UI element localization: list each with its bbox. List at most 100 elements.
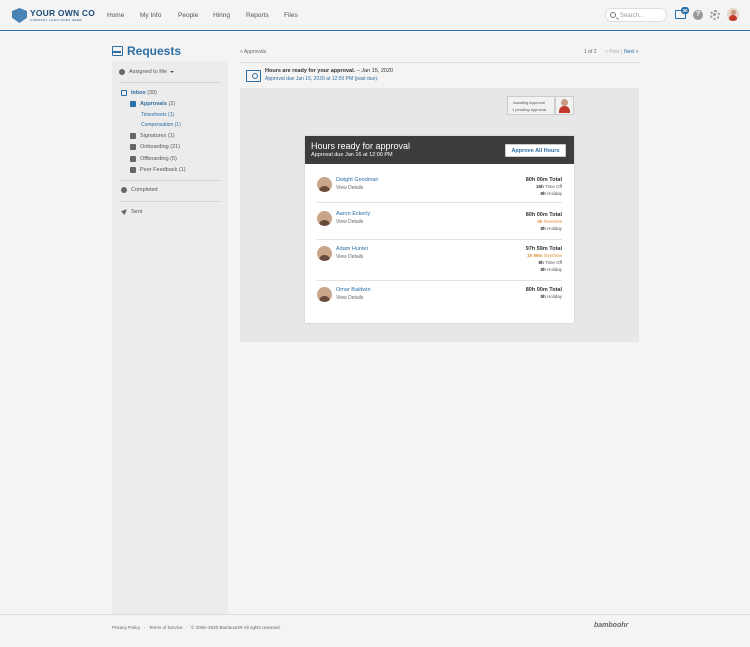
hours-value: 8h xyxy=(540,226,546,231)
sidebar-divider xyxy=(119,201,221,202)
sidebar-item-offboarding[interactable]: Offboarding (5) xyxy=(130,156,177,162)
view-details-link[interactable]: View Details xyxy=(336,219,363,225)
logo-shield-icon xyxy=(12,8,27,23)
pager-prev-link[interactable]: « Prev xyxy=(605,49,619,55)
awaiting-approval-box: Awaiting Approval 1 pending approval xyxy=(507,96,555,115)
sidebar-item-approvals[interactable]: Approvals (2) xyxy=(130,101,175,107)
hours-line: 8h Holiday xyxy=(540,191,562,196)
view-details-link[interactable]: View Details xyxy=(336,185,363,191)
offboarding-label: Offboarding (5) xyxy=(140,156,177,162)
assigned-label: Assigned to Me xyxy=(129,69,167,75)
assigned-to-me-dropdown[interactable]: Assigned to Me xyxy=(119,69,174,75)
sidebar-item-onboarding[interactable]: Onboarding (21) xyxy=(130,144,180,150)
pager-next-link[interactable]: Next » xyxy=(624,49,638,55)
search-icon xyxy=(610,12,616,18)
paper-plane-icon xyxy=(121,209,127,215)
search-input[interactable]: Search... xyxy=(605,8,667,22)
privacy-policy-link[interactable]: Privacy Policy xyxy=(112,625,140,630)
approver-avatar xyxy=(555,96,574,115)
awaiting-count: 1 pending approval xyxy=(512,107,547,112)
employee-name[interactable]: Omar Baldwin xyxy=(336,287,371,293)
people-icon xyxy=(130,167,136,173)
hours-line: 0h Overtime xyxy=(537,219,562,224)
hours-value: 8h xyxy=(540,267,546,272)
company-logo[interactable]: YOUR OWN CO COMPANY LOGO GOES HERE xyxy=(12,8,95,23)
bamboohr-logo: bamboohr xyxy=(594,622,629,629)
check-circle-icon xyxy=(121,187,127,193)
footer-divider xyxy=(0,614,750,615)
nav-my-info[interactable]: My Info xyxy=(140,12,161,19)
awaiting-title: Awaiting Approval xyxy=(513,100,545,105)
inbox-label: Inbox xyxy=(131,90,146,96)
row-divider xyxy=(317,280,562,281)
employee-total: 97h 59m Total xyxy=(525,246,562,252)
page-title: Requests xyxy=(127,44,182,58)
user-circle-icon xyxy=(119,69,125,75)
sidebar-item-compensation[interactable]: Compensation (1) xyxy=(141,122,181,128)
box-icon xyxy=(130,156,136,162)
chevron-down-icon xyxy=(169,71,174,73)
back-to-approvals-link[interactable]: « Approvals xyxy=(240,49,266,55)
nav-reports[interactable]: Reports xyxy=(246,12,269,19)
peer-feedback-label: Peer Feedback (1) xyxy=(140,167,186,173)
hours-line: 1h 59m Overtime xyxy=(527,253,562,258)
request-title-text: Hours are ready for your approval. xyxy=(265,68,356,74)
sidebar-item-inbox[interactable]: Inbox (30) xyxy=(121,90,157,96)
approve-all-button[interactable]: Approve All Hours xyxy=(505,144,566,157)
approvals-label: Approvals xyxy=(140,101,167,107)
hours-type: Time Off xyxy=(544,184,562,189)
gear-icon[interactable] xyxy=(710,9,720,20)
id-card-icon xyxy=(130,144,136,150)
hours-type: Holiday xyxy=(546,226,562,231)
pen-icon xyxy=(130,133,136,139)
view-details-link[interactable]: View Details xyxy=(336,295,363,301)
sidebar-item-completed[interactable]: Completed xyxy=(121,187,158,193)
card-header: Hours ready for approval Approval due Ja… xyxy=(305,136,574,164)
sidebar-item-sent[interactable]: Sent xyxy=(121,209,142,215)
request-due: Approval due Jan 16, 2020 at 12:00 PM (p… xyxy=(265,76,379,82)
requests-inbox-icon xyxy=(112,46,123,56)
hours-line: 8h Holiday xyxy=(540,226,562,231)
inbox-icon xyxy=(121,90,127,96)
nav-people[interactable]: People xyxy=(178,12,198,19)
employee-total: 80h 00m Total xyxy=(525,212,562,218)
footer-separator: · xyxy=(144,625,146,630)
employee-total: 80h 00m Total xyxy=(525,177,562,183)
inbox-count: (30) xyxy=(147,90,157,96)
hours-value: 8h xyxy=(540,294,546,299)
sidebar-item-timesheets[interactable]: Timesheets (1) xyxy=(141,112,174,118)
sidebar-divider xyxy=(119,82,221,83)
card-title: Hours ready for approval xyxy=(311,141,411,151)
copyright: © 2008–2020 BambooHR All rights reserved… xyxy=(191,625,281,630)
user-avatar[interactable] xyxy=(727,8,739,21)
nav-hiring[interactable]: Hiring xyxy=(213,12,230,19)
top-nav-bar: YOUR OWN CO COMPANY LOGO GOES HERE Home … xyxy=(0,0,750,31)
employee-name[interactable]: Adam Hunter xyxy=(336,246,368,252)
row-divider xyxy=(317,202,562,203)
hours-value: 16h xyxy=(536,184,544,189)
employee-name[interactable]: Dwight Goodman xyxy=(336,177,379,183)
employee-name[interactable]: Aaron Eckerly xyxy=(336,211,370,217)
hours-value: 0h xyxy=(537,219,543,224)
logo-tagline: COMPANY LOGO GOES HERE xyxy=(30,18,82,22)
pager-count: 1 of 2 xyxy=(584,48,597,55)
sidebar-item-signatures[interactable]: Signatures (1) xyxy=(130,133,175,139)
hours-value: 8h xyxy=(540,191,546,196)
timesheet-icon xyxy=(246,70,261,82)
card-subtitle: Approval due Jan 16 at 12:00 PM xyxy=(311,152,393,158)
terms-link[interactable]: Terms of Service xyxy=(149,625,183,630)
hours-type: Holiday xyxy=(546,267,562,272)
search-placeholder: Search... xyxy=(620,12,645,19)
pager-separator: | xyxy=(621,48,623,55)
hours-line: 8h Time Off xyxy=(539,260,562,265)
employee-avatar xyxy=(317,246,332,261)
view-details-link[interactable]: View Details xyxy=(336,254,363,260)
nav-home[interactable]: Home xyxy=(107,12,124,19)
sidebar-item-peer-feedback[interactable]: Peer Feedback (1) xyxy=(130,167,186,173)
employee-avatar xyxy=(317,287,332,302)
hours-type: Holiday xyxy=(546,191,562,196)
nav-files[interactable]: Files xyxy=(284,12,298,19)
help-icon[interactable]: ? xyxy=(693,9,703,20)
hours-type: Time Off xyxy=(544,260,562,265)
employee-avatar xyxy=(317,177,332,192)
